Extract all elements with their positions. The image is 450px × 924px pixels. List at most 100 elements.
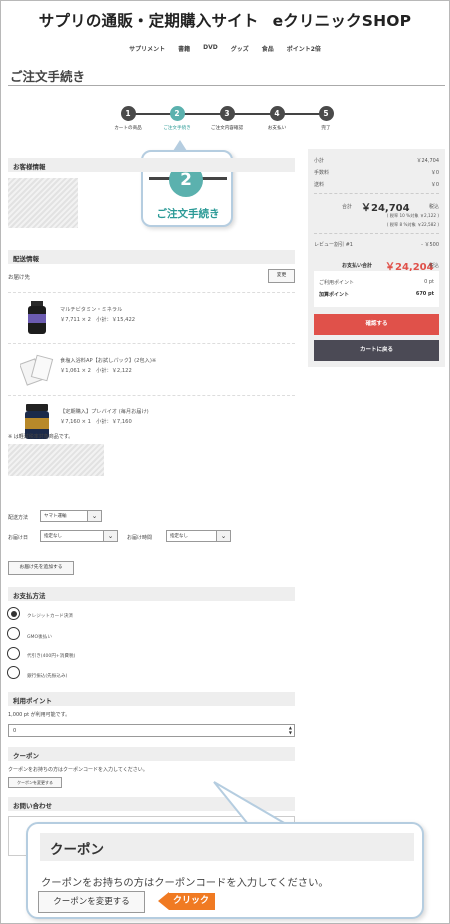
product-price: ￥7,160 × 1 小計：￥7,160 [60, 419, 132, 425]
delivery-time-label: お届け時間 [127, 535, 153, 541]
chevron-down-icon: ⌄ [87, 511, 101, 521]
coupon-zoom-callout: クーポン クーポンをお持ちの方はクーポンコードを入力してください。 クーポンを変… [26, 822, 424, 919]
change-destination-button[interactable]: 変更 [268, 269, 295, 283]
supplement-bottle-image [28, 301, 46, 334]
divider [314, 193, 439, 194]
use-points-row: ご利用ポイント 0 pt [319, 279, 434, 286]
subtotal-row: 小計 ￥24,704 [314, 157, 439, 164]
chevron-down-icon: ⌄ [216, 531, 230, 541]
change-coupon-button[interactable]: クーポンを変更する [8, 777, 62, 788]
confirm-button[interactable]: 確認する [314, 314, 439, 335]
payment-radio-bank-transfer[interactable] [7, 666, 20, 679]
fee-value: ￥0 [430, 170, 439, 176]
callout-pointer [173, 140, 187, 151]
tax10-row: ( 税率 10 %対象 ￥2,122 ) [386, 213, 439, 218]
shipping-value: ￥0 [430, 182, 439, 188]
step-complete: 5 完了 [296, 106, 356, 131]
step-number: 5 [318, 106, 334, 121]
add-destination-button[interactable]: お届け先を追加する [8, 561, 74, 575]
earn-points-value: 670 pt [415, 291, 434, 297]
back-to-cart-button[interactable]: カートに戻る [314, 340, 439, 361]
site-title-main: サプリの通販・定期購入サイト [38, 12, 259, 30]
delivery-date-value: 指定なし [44, 534, 62, 539]
use-points-value: 0 pt [424, 279, 434, 285]
points-available: 1,000 pt が利用可能です。 [8, 712, 71, 718]
divider [8, 343, 295, 344]
customer-info-redacted [8, 178, 78, 228]
reduced-tax-note: ※ は軽減税率対象商品です。 [8, 434, 74, 440]
delivery-time-value: 指定なし [170, 534, 188, 539]
site-title-shop: eクリニックSHOP [272, 12, 412, 30]
nav-item-books[interactable]: 書籍 [178, 44, 190, 53]
step-number: 4 [269, 106, 285, 121]
subtotal-label: 小計 [314, 158, 325, 164]
product-price: ￥7,711 × 2 小計：￥15,422 [60, 317, 136, 323]
review-discount-label: レビュー割引 #1 [314, 242, 353, 248]
nav-item-dvd[interactable]: DVD [203, 44, 218, 53]
coupon-description: クーポンをお持ちの方はクーポンコードを入力してください。 [8, 767, 148, 773]
checkout-stepper: 1 カートの商品 2 ご注文手続き 3 ご注文内容確認 4 お支払い 5 完了 [104, 106, 348, 136]
callout-coupon-description: クーポンをお持ちの方はクーポンコードを入力してください。 [41, 877, 329, 889]
payment-total-tax-suffix: 税込 [428, 263, 439, 269]
fee-row: 手数料 ￥0 [314, 169, 439, 176]
title-divider [8, 85, 445, 86]
payment-heading: お支払方法 [8, 587, 295, 601]
destination-label: お届け先 [8, 275, 31, 281]
callout-coupon-heading: クーポン [40, 833, 414, 861]
delivery-address-redacted [8, 444, 104, 476]
payment-radio-gmo[interactable] [7, 627, 20, 640]
coupon-heading: クーポン [8, 747, 295, 761]
divider [8, 395, 295, 396]
callout-change-coupon-button[interactable]: クーポンを変更する [38, 891, 145, 913]
payment-radio-credit-card[interactable] [7, 607, 20, 620]
step-number: 2 [169, 106, 185, 121]
fee-label: 手数料 [314, 170, 330, 176]
nav-item-goods[interactable]: グッズ [231, 44, 249, 53]
step-number: 3 [219, 106, 235, 121]
product-name: 食塩入浴料AP【お試しパック】(2包入)※ [60, 358, 157, 364]
use-points-label: ご利用ポイント [319, 280, 355, 286]
tax8-row: ( 税率 8 %対象 ￥22,582 ) [386, 222, 439, 227]
inquiry-heading: お問い合わせ [8, 797, 295, 811]
review-discount-value: - ￥500 [421, 242, 439, 248]
points-input[interactable]: 0 ▲ ▼ [8, 724, 295, 737]
step-label: 完了 [321, 126, 331, 131]
total-value: ￥24,704 [361, 203, 410, 214]
callout-step-label: ご注文手続き [156, 208, 220, 220]
product-row: 食塩入浴料AP【お試しパック】(2包入)※ ￥1,061 × 2 小計：￥2,1… [8, 347, 295, 397]
nav-item-food[interactable]: 食品 [262, 44, 274, 53]
chevron-down-icon: ⌄ [103, 531, 117, 541]
divider [8, 292, 295, 293]
payment-option-label: GMO後払い [27, 635, 52, 640]
nav-item-double-points[interactable]: ポイント2倍 [287, 44, 321, 53]
nav-item-supplement[interactable]: サプリメント [129, 44, 165, 53]
payment-option-label: 代引き(400円+消費税) [27, 654, 76, 659]
click-indicator-badge: クリック [157, 892, 216, 910]
site-title[interactable]: サプリの通販・定期購入サイト eクリニックSHOP [0, 9, 450, 31]
delivery-date-select[interactable]: 指定なし ⌄ [40, 530, 118, 542]
stepper-arrows-icon[interactable]: ▲ ▼ [289, 725, 292, 735]
earn-points-row: 加算ポイント 670 pt [319, 291, 434, 298]
shipping-method-select[interactable]: ヤマト運輸 ⌄ [40, 510, 102, 522]
payment-option-label: 銀行振込(先振込み) [27, 674, 68, 679]
payment-radio-cod[interactable] [7, 647, 20, 660]
points-heading: 利用ポイント [8, 692, 295, 706]
earn-points-label: 加算ポイント [319, 292, 350, 298]
customer-info-heading: お客様情報 [8, 158, 295, 172]
product-row: マルチビタミン・ミネラル ￥7,711 × 2 小計：￥15,422 [8, 296, 295, 346]
points-value: 0 [13, 728, 17, 734]
total-tax-suffix: 税込 [428, 204, 439, 210]
points-summary-box: ご利用ポイント 0 pt 加算ポイント 670 pt [314, 271, 439, 307]
review-discount-row: レビュー割引 #1 - ￥500 [314, 241, 439, 248]
total-label: 合計 [342, 204, 353, 210]
product-name: マルチビタミン・ミネラル [60, 307, 123, 313]
product-row: 【定期購入】プレバイオ (毎月お届け) ￥7,160 × 1 小計：￥7,160 [8, 398, 295, 448]
main-nav: サプリメント 書籍 DVD グッズ 食品 ポイント2倍 [0, 44, 450, 53]
divider [314, 233, 439, 234]
order-summary-panel: 小計 ￥24,704 手数料 ￥0 送料 ￥0 合計 ￥24,704 税込 ( 税率 … [308, 149, 445, 367]
payment-option-label: クレジットカード決済 [27, 614, 73, 619]
product-price: ￥1,061 × 2 小計：￥2,122 [60, 368, 132, 374]
product-name: 【定期購入】プレバイオ (毎月お届け) [60, 409, 149, 415]
delivery-heading: 配送情報 [8, 250, 295, 264]
delivery-time-select[interactable]: 指定なし ⌄ [166, 530, 231, 542]
